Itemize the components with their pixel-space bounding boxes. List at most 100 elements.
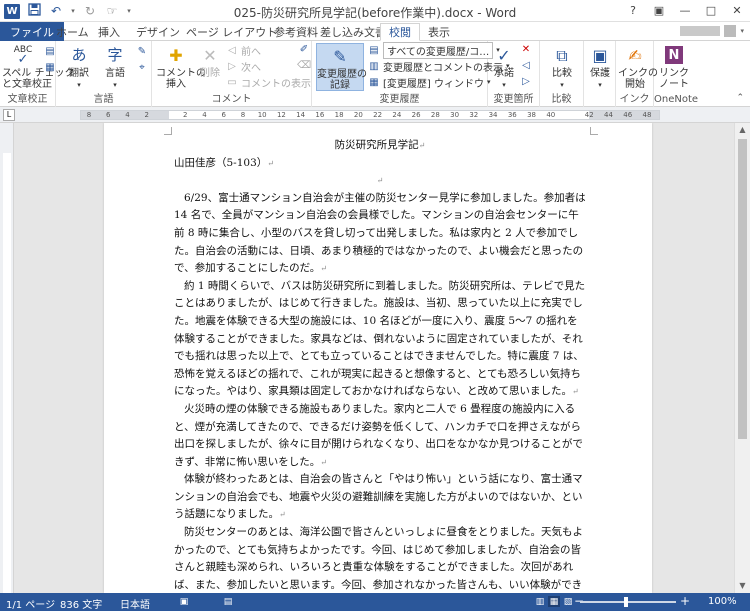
ruler-tick-label: 34	[488, 111, 498, 119]
show-markup-label: 変更履歴とコメントの表示	[383, 62, 503, 74]
ink-pen-icon[interactable]: ✐	[298, 43, 310, 55]
delete-comment-button[interactable]: ✕ 削除	[196, 43, 224, 79]
group-comments: ✚ コメントの 挿入 ✕ 削除 ◁ 前へ ▷ 次へ ▭ コメントの表示 ✐ ⌫ …	[152, 41, 312, 107]
macro-record-icon[interactable]: ▤	[222, 596, 234, 607]
group-label-language: 言語	[93, 94, 114, 105]
ruler-tick-label: 26	[411, 111, 421, 119]
language-indicator[interactable]: 日本語	[120, 596, 150, 611]
window-controls: ? ▣ — □ ✕	[620, 0, 750, 20]
ribbon-display-button[interactable]: ▣	[646, 0, 672, 20]
quick-access-toolbar: W ↶ ▾ ↻ ☞ ▾	[4, 3, 132, 19]
paragraph: 防災センターのあとは、海洋公園で皆さんといっしょに昼食をとりました。天気もよかっ…	[174, 526, 583, 591]
ruler-tick-label: 18	[334, 111, 344, 119]
word-count[interactable]: 836 文字	[60, 596, 102, 611]
ruler-tick-label: 40	[546, 111, 556, 119]
scroll-thumb[interactable]	[738, 139, 747, 439]
collapse-ribbon-icon[interactable]: ⌃	[736, 93, 744, 103]
track-changes-button[interactable]: ✎ 変更履歴の 記録	[316, 43, 367, 91]
ribbon: ABC ✓ スペル チェック と文章校正 ▤ ▦ 文章校正 あ 翻訳 ▾ 字 言語…	[0, 41, 750, 107]
translate-label: 翻訳	[69, 68, 89, 79]
markup-display-icon: ▤	[369, 44, 379, 56]
dropdown-icon: ▾	[502, 81, 506, 89]
tab-view[interactable]: 表示	[420, 23, 458, 41]
start-inking-button[interactable]: ✍ インクの 開始	[618, 43, 658, 90]
ruler-tick-label: 48	[642, 111, 652, 119]
markup-display-dropdown[interactable]: ▤ すべての変更履歴/コ… ▾	[368, 41, 500, 59]
document-author: 山田佳彦（5-103）↵	[174, 156, 274, 169]
previous-comment-icon: ◁	[228, 44, 236, 56]
tab-review[interactable]: 校閲	[380, 23, 420, 41]
read-mode-icon[interactable]: ▥	[534, 596, 546, 607]
check-mark-icon[interactable]: ✎	[136, 45, 148, 57]
compare-button[interactable]: ⧉ 比較 ▾	[546, 43, 578, 91]
minimize-button[interactable]: —	[672, 0, 698, 20]
group-onenote: N リンク ノート OneNote	[654, 41, 699, 107]
paragraph: 火災時の煙の体験できる施設もありました。家内と二人で 6 畳程度の施設内に入ると…	[174, 402, 583, 468]
document-page[interactable]: 防災研究所見学記↵ 山田佳彦（5-103）↵ ↵ 6/29、富士通マンション自治…	[104, 123, 652, 593]
page-count[interactable]: 1/1 ページ	[6, 596, 55, 611]
scroll-down-icon[interactable]: ▼	[735, 579, 750, 593]
touch-mode-icon[interactable]: ☞	[104, 4, 120, 18]
protect-button[interactable]: ▣ 保護 ▾	[586, 43, 614, 91]
zoom-in-button[interactable]: +	[680, 594, 690, 608]
undo-icon[interactable]: ↶	[48, 4, 64, 18]
proofing-status-icon[interactable]: ▣	[178, 596, 190, 607]
zoom-level[interactable]: 100%	[708, 596, 737, 607]
accept-button[interactable]: ✓ 承諾 ▾	[490, 43, 518, 91]
vertical-ruler	[0, 123, 14, 593]
customize-qat-icon[interactable]: ▾	[126, 7, 132, 15]
redo-icon[interactable]: ↻	[82, 4, 98, 18]
dropdown-arrow-icon[interactable]: ▾	[70, 7, 76, 15]
translate-button[interactable]: あ 翻訳 ▾	[62, 43, 96, 91]
tab-insert[interactable]: 挿入	[90, 23, 128, 41]
tab-selector-icon[interactable]: L	[3, 109, 15, 121]
eraser-icon[interactable]: ⌫	[297, 59, 311, 71]
next-comment-icon: ▷	[228, 60, 236, 72]
help-button[interactable]: ?	[620, 0, 646, 20]
new-comment-button[interactable]: ✚ コメントの 挿入	[156, 43, 206, 90]
show-comments-button[interactable]: ▭ コメントの表示	[226, 75, 311, 90]
title-bar: W ↶ ▾ ↻ ☞ ▾ 025-防災研究所見学記(before作業中).docx…	[0, 0, 750, 22]
document-body[interactable]: 防災研究所見学記↵ 山田佳彦（5-103）↵ ↵ 6/29、富士通マンション自治…	[174, 137, 586, 593]
user-account[interactable]: ▾	[680, 25, 744, 37]
next-change-icon[interactable]: ▷	[520, 75, 532, 87]
margin-corner-mark	[590, 127, 598, 135]
user-name	[680, 26, 721, 36]
language-icon: 字	[107, 45, 123, 64]
web-layout-icon[interactable]: ▧	[562, 596, 574, 607]
ruler-tick-label: 42	[584, 111, 594, 119]
group-ink: ✍ インクの 開始 インク	[616, 41, 658, 107]
protect-label: 保護	[590, 68, 610, 79]
print-layout-icon[interactable]: ▦	[548, 596, 560, 607]
group-label-comments: コメント	[211, 94, 252, 105]
maximize-button[interactable]: □	[698, 0, 724, 20]
word-count-icon[interactable]: ▦	[44, 61, 56, 73]
pin-icon[interactable]: ⌖	[136, 61, 148, 73]
vertical-scrollbar[interactable]: ▲ ▼	[734, 123, 750, 593]
save-icon[interactable]	[26, 3, 42, 19]
horizontal-ruler: L 8 6 4 2 2 4 6 8 10 12 14 16 18 20 22 24 26 28 30 32 34 36 38…	[0, 107, 750, 123]
reviewing-pane-label: [変更履歴] ウィンドウ	[383, 78, 484, 90]
track-changes-icon: ✎	[333, 46, 347, 66]
ruler-tick-label: 36	[507, 111, 517, 119]
ruler-strip[interactable]: 8 6 4 2 2 4 6 8 10 12 14 16 18 20 22 24 26 28 30 32 34 36 38 40…	[80, 110, 660, 120]
thesaurus-icon[interactable]: ▤	[44, 45, 56, 57]
linked-notes-button[interactable]: N リンク ノート	[656, 43, 692, 90]
reviewing-pane-button[interactable]: ▦ [変更履歴] ウィンドウ ▾	[368, 75, 490, 90]
linked-notes-label: リンク ノート	[659, 68, 689, 90]
language-button[interactable]: 字 言語 ▾	[98, 43, 132, 91]
user-dropdown-icon: ▾	[740, 27, 744, 35]
reject-icon[interactable]: ✕	[520, 43, 532, 55]
vertical-ruler-strip	[3, 153, 11, 593]
zoom-slider-handle[interactable]	[624, 597, 628, 607]
close-button[interactable]: ✕	[724, 0, 750, 20]
group-label-onenote: OneNote	[654, 94, 699, 105]
ruler-tick-label: 4	[202, 111, 207, 119]
group-label-changes: 変更箇所	[493, 94, 534, 105]
zoom-slider[interactable]	[580, 601, 676, 603]
previous-change-icon[interactable]: ◁	[520, 59, 532, 71]
spelling-grammar-button[interactable]: ABC ✓ スペル チェック と文章校正	[2, 43, 74, 91]
previous-comment-button[interactable]: ◁ 前へ	[226, 43, 261, 58]
next-comment-button[interactable]: ▷ 次へ	[226, 59, 261, 74]
scroll-up-icon[interactable]: ▲	[735, 123, 750, 137]
